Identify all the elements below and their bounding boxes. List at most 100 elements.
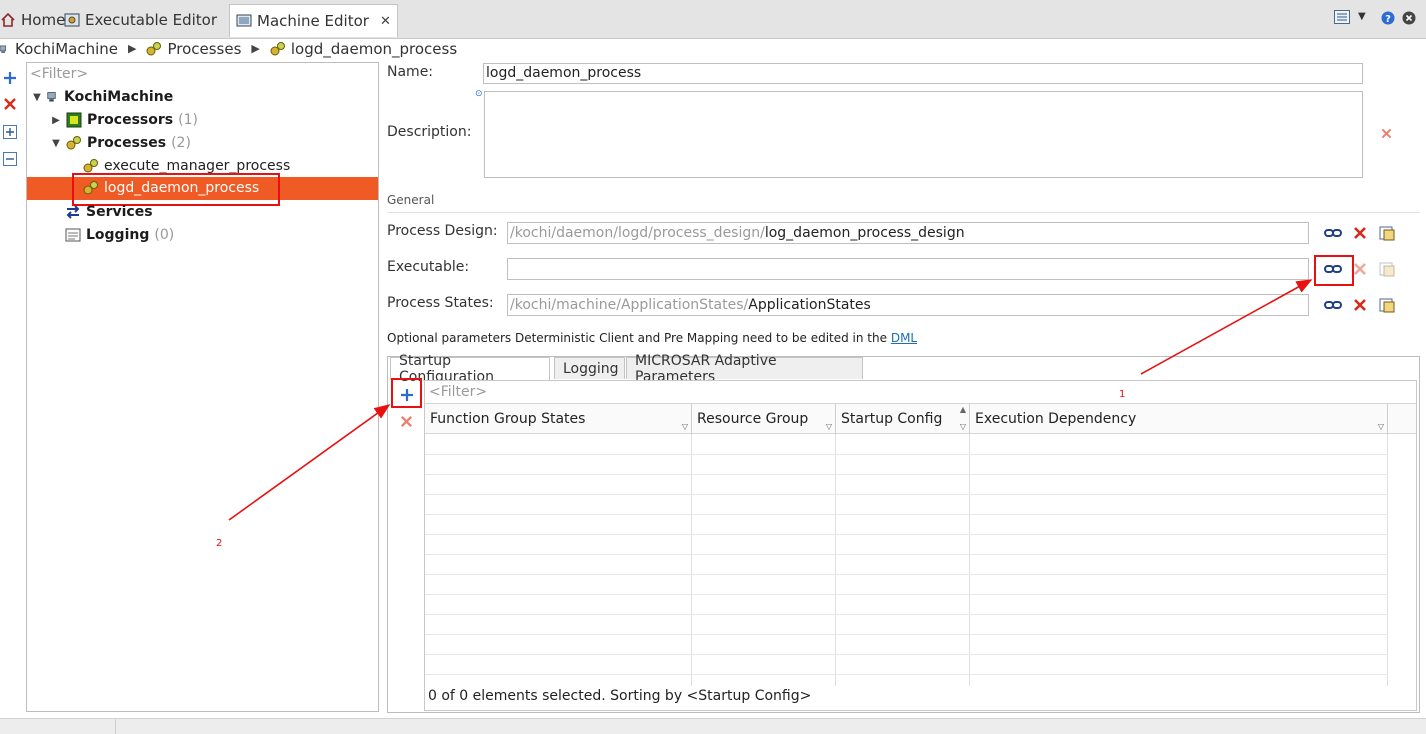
tab-machine-editor[interactable]: Machine Editor ✕: [229, 4, 398, 37]
collapsed-arrow-icon[interactable]: ▶: [51, 115, 61, 126]
process-states-label: Process States:: [387, 295, 494, 311]
open-reference-icon[interactable]: [1378, 260, 1396, 278]
info-icon: ⊙: [475, 89, 483, 99]
machine-tree-panel: <Filter> ▼ KochiMachine ▶ Processors (1)…: [26, 62, 379, 712]
annotation-highlight-box: [391, 378, 422, 408]
name-field[interactable]: logd_daemon_process: [483, 63, 1363, 84]
machine-icon: [0, 45, 6, 53]
tree-item-logging-label: Logging: [86, 227, 150, 243]
tree-item-processes-label: Processes: [87, 135, 167, 151]
tab-home[interactable]: Home: [0, 6, 65, 34]
view-menu-icon[interactable]: [1334, 10, 1350, 28]
breadcrumb: KochiMachine ▶ Processes ▶ logd_daemon_p…: [0, 38, 457, 59]
table-filter-input[interactable]: <Filter>: [429, 384, 487, 400]
link-icon[interactable]: [1324, 296, 1342, 314]
remove-reference-icon[interactable]: [1351, 296, 1369, 314]
tab-startup-configuration[interactable]: Startup Configuration: [390, 353, 550, 385]
link-icon[interactable]: [1324, 224, 1342, 242]
editor-tab-bar: Home Executable Editor Machine Editor ✕ …: [0, 0, 1426, 39]
breadcrumb-item-process[interactable]: logd_daemon_process: [291, 40, 457, 58]
filter-icon[interactable]: ▽: [682, 422, 688, 431]
tree-item-processors-count: (1): [178, 112, 198, 128]
row-divider: [425, 474, 1388, 475]
tree-item-processes[interactable]: ▼ Processes (2): [51, 132, 191, 154]
process-design-value: log_daemon_process_design: [764, 225, 965, 241]
process-design-path: /kochi/daemon/logd/process_design/: [510, 225, 765, 241]
tree-item-processors[interactable]: ▶ Processors (1): [51, 109, 198, 131]
tree-item-processors-label: Processors: [87, 112, 174, 128]
delete-icon[interactable]: [2, 96, 18, 112]
help-icon[interactable]: ?: [1381, 11, 1395, 29]
collapse-all-icon[interactable]: [2, 151, 18, 167]
machine-icon: [47, 92, 56, 102]
column-header-function-group-states[interactable]: Function Group States ▽: [425, 404, 692, 434]
executable-editor-icon: [64, 13, 80, 27]
tree-item-machine[interactable]: ▼ KochiMachine: [32, 86, 173, 108]
tab-logging[interactable]: Logging: [554, 357, 625, 379]
name-label: Name:: [387, 64, 434, 80]
description-field[interactable]: [484, 91, 1363, 178]
close-editor-icon[interactable]: [1402, 11, 1416, 29]
tree-item-services-label: Services: [86, 204, 153, 220]
process-design-field[interactable]: /kochi/daemon/logd/process_design/log_da…: [507, 222, 1309, 244]
svg-text:?: ?: [1385, 14, 1391, 25]
open-reference-icon[interactable]: [1378, 296, 1396, 314]
breadcrumb-item-machine[interactable]: KochiMachine: [15, 40, 118, 58]
expanded-arrow-icon[interactable]: ▼: [32, 92, 42, 103]
process-states-field[interactable]: /kochi/machine/ApplicationStates/Applica…: [507, 294, 1309, 316]
tree-item-machine-label: KochiMachine: [64, 89, 174, 105]
close-tab-icon[interactable]: ✕: [380, 14, 391, 29]
tree-item-logging-count: (0): [154, 227, 175, 243]
optional-params-note: Optional parameters Deterministic Client…: [387, 331, 917, 345]
filter-icon[interactable]: ▽: [960, 422, 966, 431]
expand-all-icon[interactable]: [2, 124, 18, 140]
status-divider: [115, 719, 116, 734]
dropdown-arrow-icon[interactable]: ▼: [1358, 11, 1366, 22]
table-body: [425, 434, 1388, 686]
column-header-execution-dependency[interactable]: Execution Dependency ▽: [970, 404, 1388, 434]
sort-ascending-icon[interactable]: ▲: [960, 405, 966, 414]
process-states-path: /kochi/machine/ApplicationStates/: [510, 297, 749, 313]
breadcrumb-separator-icon: ▶: [127, 42, 137, 55]
add-icon[interactable]: [2, 70, 18, 86]
dml-link[interactable]: DML: [891, 331, 917, 345]
delete-row-icon[interactable]: [399, 414, 414, 429]
tree-item-logging[interactable]: Logging (0): [65, 224, 174, 246]
column-header-label: Startup Config: [841, 411, 943, 427]
row-divider: [425, 574, 1388, 575]
row-divider: [425, 594, 1388, 595]
filter-icon[interactable]: ▽: [1378, 422, 1384, 431]
row-divider: [425, 614, 1388, 615]
gears-icon: [146, 41, 162, 55]
tree-item-services[interactable]: Services: [65, 201, 153, 223]
breadcrumb-item-processes[interactable]: Processes: [167, 40, 241, 58]
startup-config-table: <Filter> Function Group States ▽ Resourc…: [424, 380, 1417, 711]
row-divider: [425, 634, 1388, 635]
row-divider: [425, 494, 1388, 495]
column-header-resource-group[interactable]: Resource Group ▽: [692, 404, 836, 434]
tab-microsar-adaptive-parameters[interactable]: MICROSAR Adaptive Parameters: [626, 353, 863, 385]
tree-item-process-label: execute_manager_process: [104, 158, 291, 174]
remove-reference-icon[interactable]: [1351, 224, 1369, 242]
executable-field[interactable]: [507, 258, 1309, 280]
tab-home-label: Home: [21, 11, 66, 29]
row-divider: [425, 674, 1388, 675]
tab-executable-editor-label: Executable Editor: [85, 11, 218, 29]
table-status-text: 0 of 0 elements selected. Sorting by <St…: [428, 688, 812, 704]
open-reference-icon[interactable]: [1378, 224, 1396, 242]
gears-icon: [270, 41, 285, 55]
tab-executable-editor[interactable]: Executable Editor: [64, 6, 217, 34]
clear-description-icon[interactable]: [1380, 127, 1393, 140]
filter-icon[interactable]: ▽: [826, 422, 832, 431]
process-states-value: ApplicationStates: [748, 297, 871, 313]
row-divider: [425, 554, 1388, 555]
optional-params-note-text: Optional parameters Deterministic Client…: [387, 331, 887, 345]
column-header-label: Function Group States: [430, 411, 586, 427]
column-header-startup-config[interactable]: Startup Config ▲ ▽: [836, 404, 970, 434]
annotation-label-2: 2: [216, 538, 223, 549]
tree-filter-input[interactable]: <Filter>: [30, 66, 88, 82]
services-arrows-icon: [66, 205, 80, 219]
processor-chip-icon: [66, 112, 82, 128]
gears-icon: [66, 136, 81, 150]
expanded-arrow-icon[interactable]: ▼: [51, 138, 61, 149]
